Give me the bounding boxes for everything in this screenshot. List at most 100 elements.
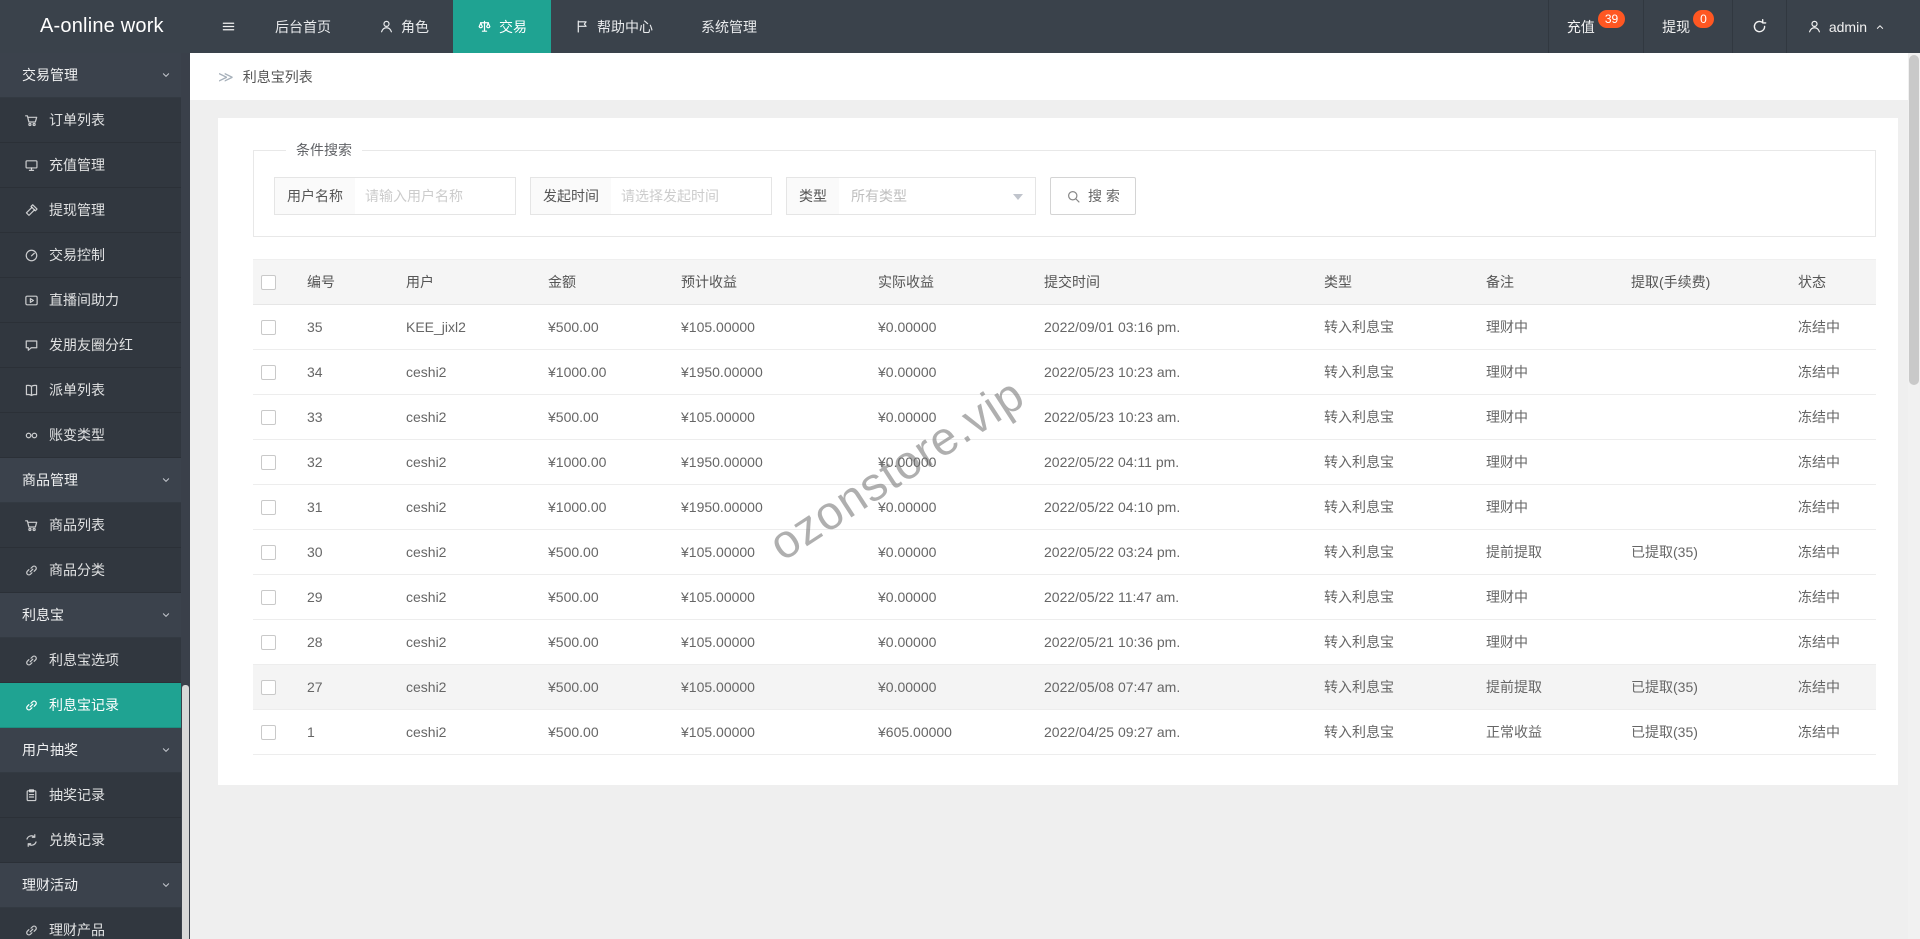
start-time-input[interactable]	[611, 178, 771, 214]
column-header: 提取(手续费)	[1623, 259, 1790, 305]
row-checkbox[interactable]	[261, 545, 276, 561]
sidebar-group-13[interactable]: 利息宝	[0, 593, 190, 638]
table-cell: 理财中	[1478, 394, 1623, 440]
type-select[interactable]: 所有类型	[839, 178, 1035, 214]
sidebar-group-1[interactable]: 交易管理	[0, 53, 190, 98]
row-checkbox[interactable]	[261, 455, 276, 471]
table-cell: 理财中	[1478, 619, 1623, 665]
table-cell: 提前提取	[1478, 529, 1623, 575]
row-checkbox[interactable]	[261, 410, 276, 426]
top-nav-label: 系统管理	[701, 18, 757, 35]
row-checkbox[interactable]	[261, 725, 276, 741]
sidebar-item-14[interactable]: 利息宝选项	[0, 638, 190, 683]
username-input[interactable]	[355, 178, 515, 214]
topbar-action-2[interactable]: 提现 0	[1643, 0, 1732, 53]
top-nav-item-3[interactable]: 交易	[453, 0, 551, 53]
sidebar-group-10[interactable]: 商品管理	[0, 458, 190, 503]
sidebar-item-15[interactable]: 利息宝记录	[0, 683, 190, 728]
sidebar-item-label: 发朋友圈分红	[49, 337, 133, 353]
cart-icon	[24, 518, 39, 533]
sidebar-item-7[interactable]: 发朋友圈分红	[0, 323, 190, 368]
sidebar-item-2[interactable]: 订单列表	[0, 98, 190, 143]
table-cell: ceshi2	[398, 664, 540, 710]
topbar: A-online work 后台首页 角色 交易 帮助中心 系统管理 充值 39 提现 0 a…	[0, 0, 1920, 53]
sidebar-group-19[interactable]: 理财活动	[0, 863, 190, 908]
sidebar-item-18[interactable]: 兑换记录	[0, 818, 190, 863]
top-nav: 后台首页 角色 交易 帮助中心 系统管理	[251, 0, 781, 53]
table-cell: 31	[299, 484, 398, 530]
search-field-group-1: 用户名称	[274, 177, 516, 215]
table-cell: ¥0.00000	[870, 349, 1036, 395]
sidebar-item-12[interactable]: 商品分类	[0, 548, 190, 593]
select-all-checkbox[interactable]	[261, 275, 276, 291]
row-checkbox[interactable]	[261, 320, 276, 336]
table-cell: 冻结中	[1790, 664, 1876, 710]
sidebar-item-4[interactable]: 提现管理	[0, 188, 190, 233]
table-cell: 已提取(35)	[1623, 529, 1790, 575]
sidebar-group-label: 交易管理	[22, 67, 78, 83]
column-header: 预计收益	[673, 259, 870, 305]
top-nav-label: 交易	[499, 18, 527, 35]
table-cell: 已提取(35)	[1623, 709, 1790, 755]
column-header: 编号	[299, 259, 398, 305]
chevron-down-icon	[160, 69, 172, 81]
page-title: 利息宝列表	[242, 68, 313, 85]
table-cell: ¥500.00	[540, 664, 673, 710]
clipboard-icon	[24, 788, 39, 803]
sidebar-item-8[interactable]: 派单列表	[0, 368, 190, 413]
top-nav-label: 后台首页	[275, 18, 331, 35]
table-cell: 转入利息宝	[1316, 709, 1478, 755]
search-button[interactable]: 搜 索	[1050, 177, 1136, 215]
table-cell: ¥1000.00	[540, 484, 673, 530]
table-cell: ¥500.00	[540, 304, 673, 350]
table-cell: 冻结中	[1790, 484, 1876, 530]
sidebar-item-11[interactable]: 商品列表	[0, 503, 190, 548]
sidebar-group-16[interactable]: 用户抽奖	[0, 728, 190, 773]
sidebar-item-17[interactable]: 抽奖记录	[0, 773, 190, 818]
link-icon	[24, 563, 39, 578]
sidebar-scrollbar-thumb[interactable]	[182, 685, 189, 939]
top-nav-item-2[interactable]: 角色	[355, 0, 453, 53]
table-cell: 冻结中	[1790, 709, 1876, 755]
content-card: 条件搜索 用户名称发起时间类型所有类型 搜 索 编号用户金额预计收益实际收益提交…	[218, 118, 1898, 785]
row-checkbox[interactable]	[261, 635, 276, 651]
type-select-value: 所有类型	[851, 188, 907, 204]
sidebar-item-5[interactable]: 交易控制	[0, 233, 190, 278]
table-cell: 2022/05/22 04:10 pm.	[1036, 484, 1316, 530]
sync-icon	[24, 833, 39, 848]
table-cell	[1623, 394, 1790, 440]
refresh-button[interactable]	[1731, 0, 1786, 53]
search-panel-title: 条件搜索	[296, 142, 352, 158]
table-cell: ¥105.00000	[673, 394, 870, 440]
table-row: 1 ceshi2 ¥500.00 ¥105.00000 ¥605.00000 2022/0…	[253, 709, 1876, 755]
sidebar-item-20[interactable]: 理财产品	[0, 908, 190, 939]
table-cell: ¥105.00000	[673, 574, 870, 620]
menu-toggle-button[interactable]	[205, 0, 251, 53]
column-header: 提交时间	[1036, 259, 1316, 305]
user-menu[interactable]: admin	[1785, 0, 1920, 53]
person-icon	[379, 19, 394, 34]
top-nav-item-5[interactable]: 系统管理	[677, 0, 781, 53]
comment-icon	[24, 338, 39, 353]
link-icon	[24, 923, 39, 938]
table-cell: 2022/05/23 10:23 am.	[1036, 394, 1316, 440]
sidebar-item-3[interactable]: 充值管理	[0, 143, 190, 188]
table-cell: ceshi2	[398, 349, 540, 395]
row-checkbox[interactable]	[261, 680, 276, 696]
topbar-action-1[interactable]: 充值 39	[1547, 0, 1643, 53]
top-nav-item-1[interactable]: 后台首页	[251, 0, 355, 53]
search-field-group-2: 发起时间	[530, 177, 772, 215]
infinity-icon	[24, 428, 39, 443]
table-cell: 2022/05/22 03:24 pm.	[1036, 529, 1316, 575]
table-cell: 冻结中	[1790, 439, 1876, 485]
sidebar-item-9[interactable]: 账变类型	[0, 413, 190, 458]
top-nav-item-4[interactable]: 帮助中心	[551, 0, 677, 53]
sidebar-item-6[interactable]: 直播间助力	[0, 278, 190, 323]
page-scrollbar-thumb[interactable]	[1909, 55, 1919, 385]
row-checkbox[interactable]	[261, 500, 276, 516]
row-checkbox[interactable]	[261, 365, 276, 381]
table-cell: ¥0.00000	[870, 394, 1036, 440]
top-nav-label: 角色	[401, 18, 429, 35]
sidebar-item-label: 充值管理	[49, 157, 105, 173]
row-checkbox[interactable]	[261, 590, 276, 606]
